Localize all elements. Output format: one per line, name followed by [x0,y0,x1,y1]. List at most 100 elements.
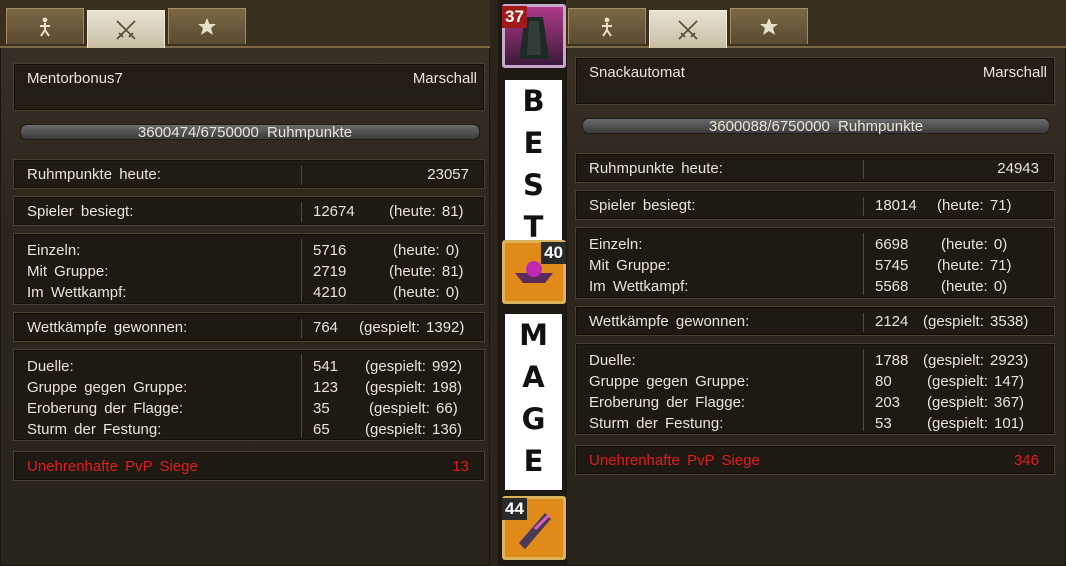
letter: B [522,84,545,118]
skill-slot-1[interactable]: 37 [502,4,566,68]
players-defeated-label: Spieler besiegt: [589,197,696,214]
row-played: (gespielt: 2923) [923,352,1029,369]
kills-single-row: Einzeln: 5716 (heute: 0) [27,240,473,261]
letter: E [523,444,544,478]
fame-today-row: Ruhmpunkte heute: 23057 [27,164,473,185]
row-value: 2719 [313,263,347,280]
fame-today-row: Ruhmpunkte heute: 24943 [589,158,1043,179]
kills-group-row: Mit Gruppe: 2719 (heute: 81) [27,261,473,282]
players-defeated-box: Spieler besiegt: 18014 (heute: 71) [576,191,1054,219]
row-label: Mit Gruppe: [27,263,109,280]
tab-pvp[interactable] [649,10,727,48]
player-name: Mentorbonus7 [27,70,123,87]
mode-gvg-row: Gruppe gegen Gruppe: 80 (gespielt: 147) [589,371,1043,392]
players-defeated-value: 18014 [875,197,917,214]
column-divider [863,160,864,179]
row-today: (heute: 0) [941,236,1008,253]
players-defeated-box: Spieler besiegt: 12674 (heute: 81) [14,197,484,225]
matches-won-row: Wettkämpfe gewonnen: 2124 (gespielt: 353… [589,311,1043,332]
modes-box: Duelle: 1788 (gespielt: 2923) Gruppe geg… [576,344,1054,434]
row-label: Duelle: [27,358,74,375]
row-label: Gruppe gegen Gruppe: [27,379,188,396]
row-today: (heute: 71) [937,257,1012,274]
tab-achievements[interactable] [730,8,808,44]
row-label: Sturm der Festung: [589,415,724,432]
tab-pvp[interactable] [87,10,165,48]
matches-won-label: Wettkämpfe gewonnen: [589,313,750,330]
row-label: Einzeln: [589,236,643,253]
dishonorable-row: Unehrenhafte PvP Siege 346 [589,450,1043,471]
dishonorable-row: Unehrenhafte PvP Siege 13 [27,456,473,477]
skill-slot-3[interactable]: 44 [502,496,566,560]
medal-icon [198,17,216,35]
row-value: 123 [313,379,339,396]
right-character-panel: Snackautomat Marschall 3600088/6750000 R… [566,0,1066,566]
row-today: (heute: 0) [941,278,1008,295]
fame-today-label: Ruhmpunkte heute: [27,166,161,183]
fame-today-box: Ruhmpunkte heute: 23057 [14,160,484,188]
row-played: (gespielt: 147) [927,373,1025,390]
letter: G [521,402,546,436]
mode-ctf-row: Eroberung der Flagge: 35 (gespielt: 66) [27,398,473,419]
row-value: 53 [875,415,892,432]
best-label: B E S T [505,80,562,248]
letter: S [523,168,544,202]
matches-won-value: 2124 [875,313,909,330]
column-divider [301,166,302,185]
matches-won-box: Wettkämpfe gewonnen: 764 (gespielt: 1392… [14,313,484,341]
dishonorable-value: 13 [452,458,469,475]
kills-match-row: Im Wettkampf: 4210 (heute: 0) [27,282,473,303]
row-value: 4210 [313,284,347,301]
crossed-swords-icon [116,19,136,40]
row-value: 65 [313,421,330,438]
kills-match-row: Im Wettkampf: 5568 (heute: 0) [589,276,1043,297]
mode-gvg-row: Gruppe gegen Gruppe: 123 (gespielt: 198) [27,377,473,398]
matches-won-box: Wettkämpfe gewonnen: 2124 (gespielt: 353… [576,307,1054,335]
column-divider [301,203,302,222]
name-box: Mentorbonus7 Marschall [14,64,484,110]
row-label: Eroberung der Flagge: [589,394,746,411]
row-played: (gespielt: 992) [365,358,463,375]
row-value: 35 [313,400,330,417]
row-played: (gespielt: 101) [927,415,1025,432]
column-divider [863,197,864,216]
row-label: Im Wettkampf: [27,284,127,301]
skill-level-badge: 37 [502,6,527,28]
name-box: Snackautomat Marschall [576,58,1054,104]
letter: A [522,360,545,394]
mode-duels-row: Duelle: 1788 (gespielt: 2923) [589,350,1043,371]
matches-played: (gespielt: 3538) [923,313,1029,330]
dishonorable-label: Unehrenhafte PvP Siege [589,452,760,469]
tab-character[interactable] [568,8,646,44]
dishonorable-label: Unehrenhafte PvP Siege [27,458,198,475]
tab-character[interactable] [6,8,84,44]
mode-siege-row: Sturm der Festung: 65 (gespielt: 136) [27,419,473,440]
skill-level-badge: 40 [541,242,566,264]
tab-achievements[interactable] [168,8,246,44]
row-value: 541 [313,358,339,375]
skill-slot-2[interactable]: 40 [502,240,566,304]
kills-box: Einzeln: 5716 (heute: 0) Mit Gruppe: 271… [14,234,484,304]
fame-today-box: Ruhmpunkte heute: 24943 [576,154,1054,182]
row-value: 5745 [875,257,909,274]
players-defeated-today: (heute: 71) [937,197,1012,214]
fame-progress-text: 3600088/6750000 Ruhmpunkte [708,118,924,135]
mage-label: M A G E [505,314,562,490]
modes-box: Duelle: 541 (gespielt: 992) Gruppe gegen… [14,350,484,440]
row-value: 5568 [875,278,909,295]
row-played: (gespielt: 198) [365,379,463,396]
players-defeated-row: Spieler besiegt: 18014 (heute: 71) [589,195,1043,216]
letter: E [523,126,544,160]
dishonorable-value: 346 [1013,452,1039,469]
mode-siege-row: Sturm der Festung: 53 (gespielt: 101) [589,413,1043,434]
tab-bar [566,0,1066,48]
row-label: Gruppe gegen Gruppe: [589,373,750,390]
fame-today-value: 23057 [427,166,469,183]
kills-group-row: Mit Gruppe: 5745 (heute: 71) [589,255,1043,276]
row-value: 1788 [875,352,909,369]
dishonorable-box: Unehrenhafte PvP Siege 346 [576,446,1054,474]
row-label: Im Wettkampf: [589,278,689,295]
crossed-swords-icon [678,19,698,40]
person-icon [40,17,50,37]
row-value: 5716 [313,242,347,259]
